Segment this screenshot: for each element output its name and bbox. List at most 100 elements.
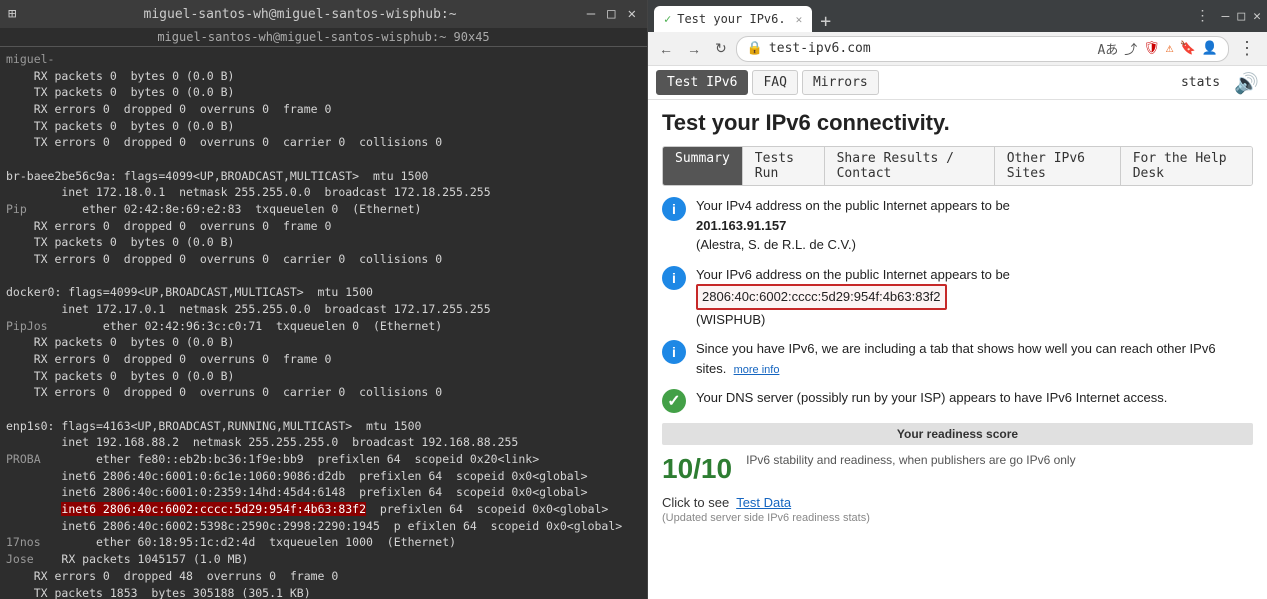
term-line: TX packets 0 bytes 0 (0.0 B) [6,84,641,101]
nav-tab-faq[interactable]: FAQ [752,70,797,95]
result-tab-share-label: Share Results / Contact [837,151,954,181]
close-button[interactable]: ✕ [625,6,639,22]
minimize-button[interactable]: — [584,6,598,22]
ipv4-isp: (Alestra, S. de R.L. de C.V.) [696,237,856,252]
nav-tab-test-ipv6-label: Test IPv6 [667,75,737,90]
updated-note: (Updated server side IPv6 readiness stat… [662,512,1253,524]
ipv4-info-row: i Your IPv4 address on the public Intern… [662,196,1253,255]
ipv6-tab-notice-row: i Since you have IPv6, we are including … [662,339,1253,378]
result-tab-tests-run-label: Tests Run [755,151,794,181]
term-line: inet 172.17.0.1 netmask 255.255.0.0 broa… [6,301,641,318]
term-line: TX packets 0 bytes 0 (0.0 B) [6,118,641,135]
tab-close-button[interactable]: ✕ [796,13,803,26]
browser-menu-button[interactable]: ⋮ [1192,8,1214,24]
ipv6-tab-notice-icon: i [662,340,686,364]
site-navigation: Test IPv6 FAQ Mirrors stats 🔊 [648,66,1267,100]
dns-check-row: ✓ Your DNS server (possibly run by your … [662,388,1253,413]
term-line: PipJos ether 02:42:96:3c:c0:71 txqueuele… [6,318,641,335]
term-line: br-baee2be56c9a: flags=4099<UP,BROADCAST… [6,168,641,185]
terminal-controls[interactable]: — □ ✕ [584,6,639,22]
address-bar-url: test-ipv6.com [769,41,1092,56]
result-tab-help-desk[interactable]: For the Help Desk [1121,147,1252,185]
result-tab-other-ipv6[interactable]: Other IPv6 Sites [995,147,1121,185]
term-line: enp1s0: flags=4163<UP,BROADCAST,RUNNING,… [6,418,641,435]
window-maximize-button[interactable]: □ [1237,9,1245,24]
window-minimize-button[interactable]: — [1222,9,1230,24]
ipv6-highlight: inet6 2806:40c:6002:cccc:5d29:954f:4b63:… [61,502,366,516]
browser-menu-toolbar-button[interactable]: ⋮ [1233,36,1261,61]
term-line: docker0: flags=4099<UP,BROADCAST,MULTICA… [6,284,641,301]
readiness-bar: Your readiness score [662,423,1253,445]
address-bar[interactable]: 🔒 test-ipv6.com Aあ ⤴ 🛡 ⚠ 🔖 👤 [736,36,1229,62]
result-tab-tests-run[interactable]: Tests Run [743,147,825,185]
share-icon[interactable]: ⤴ [1124,39,1137,58]
term-line: TX errors 0 dropped 0 overruns 0 carrier… [6,384,641,401]
site-content: Test your IPv6 connectivity. Summary Tes… [648,100,1267,599]
account-icon[interactable]: 👤 [1202,41,1218,56]
terminal-body: miguel- RX packets 0 bytes 0 (0.0 B) TX … [0,47,647,599]
ipv6-info-row: i Your IPv6 address on the public Intern… [662,265,1253,330]
maximize-button[interactable]: □ [604,6,618,22]
term-line: inet6 2806:40c:6002:5398c:2590c:2998:229… [6,518,641,535]
result-tab-summary-label: Summary [675,151,730,166]
term-line: PROBA ether fe80::eb2b:bc36:1f9e:bb9 pre… [6,451,641,468]
ipv4-address: 201.163.91.157 [696,218,786,233]
browser-toolbar: ← → ↻ 🔒 test-ipv6.com Aあ ⤴ 🛡 ⚠ 🔖 👤 ⋮ [648,32,1267,66]
term-line: 17nos ether 60:18:95:1c:d2:4d txqueuelen… [6,534,641,551]
forward-button[interactable]: → [682,39,706,59]
readiness-description: IPv6 stability and readiness, when publi… [746,453,1076,467]
translate-icon[interactable]: Aあ [1097,39,1118,58]
term-line: TX errors 0 dropped 0 overruns 0 carrier… [6,134,641,151]
nav-tab-mirrors[interactable]: Mirrors [802,70,879,95]
term-line: inet 172.18.0.1 netmask 255.255.0.0 broa… [6,184,641,201]
terminal-panel: ⊞ miguel-santos-wh@miguel-santos-wisphub… [0,0,648,599]
term-line: TX packets 1853 bytes 305188 (305.1 KB) [6,585,641,599]
browser-tab-active[interactable]: ✓ Test your IPv6. ✕ [654,6,812,32]
ipv6-tab-notice-text: Since you have IPv6, we are including a … [696,339,1253,378]
term-line: RX errors 0 dropped 48 overruns 0 frame … [6,568,641,585]
browser-tabs: ✓ Test your IPv6. ✕ + [654,0,839,32]
terminal-title: miguel-santos-wh@miguel-santos-wisphub:~ [16,7,583,22]
site-heading: Test your IPv6 connectivity. [662,110,1253,136]
test-data-link[interactable]: Test Data [736,495,791,510]
ipv6-info-text: Your IPv6 address on the public Internet… [696,265,1253,330]
term-line: Jose RX packets 1045157 (1.0 MB) [6,551,641,568]
highlighted-ipv6-line: inet6 2806:40c:6002:cccc:5d29:954f:4b63:… [6,501,641,518]
back-button[interactable]: ← [654,39,678,59]
ipv4-info-icon: i [662,197,686,221]
readiness-bar-label: Your readiness score [897,427,1018,441]
result-tab-summary[interactable]: Summary [663,147,743,185]
term-line: TX packets 0 bytes 0 (0.0 B) [6,368,641,385]
more-info-link[interactable]: more info [734,364,780,376]
term-line: inet6 2806:40c:6001:0:2359:14hd:45d4:614… [6,484,641,501]
readiness-desc-text: IPv6 stability and readiness, when publi… [746,453,1076,467]
browser-titlebar: ✓ Test your IPv6. ✕ + ⋮ — □ ✕ [648,0,1267,32]
term-line: Pip ether 02:42:8e:69:e2:83 txqueuelen 0… [6,201,641,218]
term-line: RX packets 0 bytes 0 (0.0 B) [6,68,641,85]
term-line: miguel- [6,51,641,68]
terminal-subtitle: miguel-santos-wh@miguel-santos-wisphub:~… [0,28,647,47]
browser-panel: ✓ Test your IPv6. ✕ + ⋮ — □ ✕ ← → ↻ 🔒 te… [648,0,1267,599]
nav-stats-label: stats [1181,75,1220,90]
window-close-button[interactable]: ✕ [1253,9,1261,24]
ipv6-address-box: 2806:40c:6002:cccc:5d29:954f:4b63:83f2 [696,284,947,310]
ipv4-info-text: Your IPv4 address on the public Internet… [696,196,1253,255]
term-line: RX errors 0 dropped 0 overruns 0 frame 0 [6,218,641,235]
result-tab-share[interactable]: Share Results / Contact [825,147,995,185]
nav-stats-link[interactable]: stats [1181,75,1220,90]
term-line: inet6 2806:40c:6001:0:6c1e:1060:9086:d2d… [6,468,641,485]
ipv6-org: (WISPHUB) [696,312,765,327]
tab-favicon: ✓ [664,12,671,26]
reload-button[interactable]: ↻ [710,38,732,59]
warning-icon[interactable]: ⚠ [1166,41,1174,56]
result-tab-other-ipv6-label: Other IPv6 Sites [1007,151,1085,181]
add-tab-button[interactable]: + [812,11,839,32]
term-line [6,151,641,168]
term-line: RX errors 0 dropped 0 overruns 0 frame 0 [6,351,641,368]
translate-button[interactable]: 🔊 [1234,71,1259,95]
nav-tab-test-ipv6[interactable]: Test IPv6 [656,70,748,95]
dns-check-text: Your DNS server (possibly run by your IS… [696,388,1253,408]
extensions-icon[interactable]: 🛡 [1143,41,1160,56]
test-data-prefix: Click to see [662,495,729,510]
bookmark-icon[interactable]: 🔖 [1180,41,1196,56]
